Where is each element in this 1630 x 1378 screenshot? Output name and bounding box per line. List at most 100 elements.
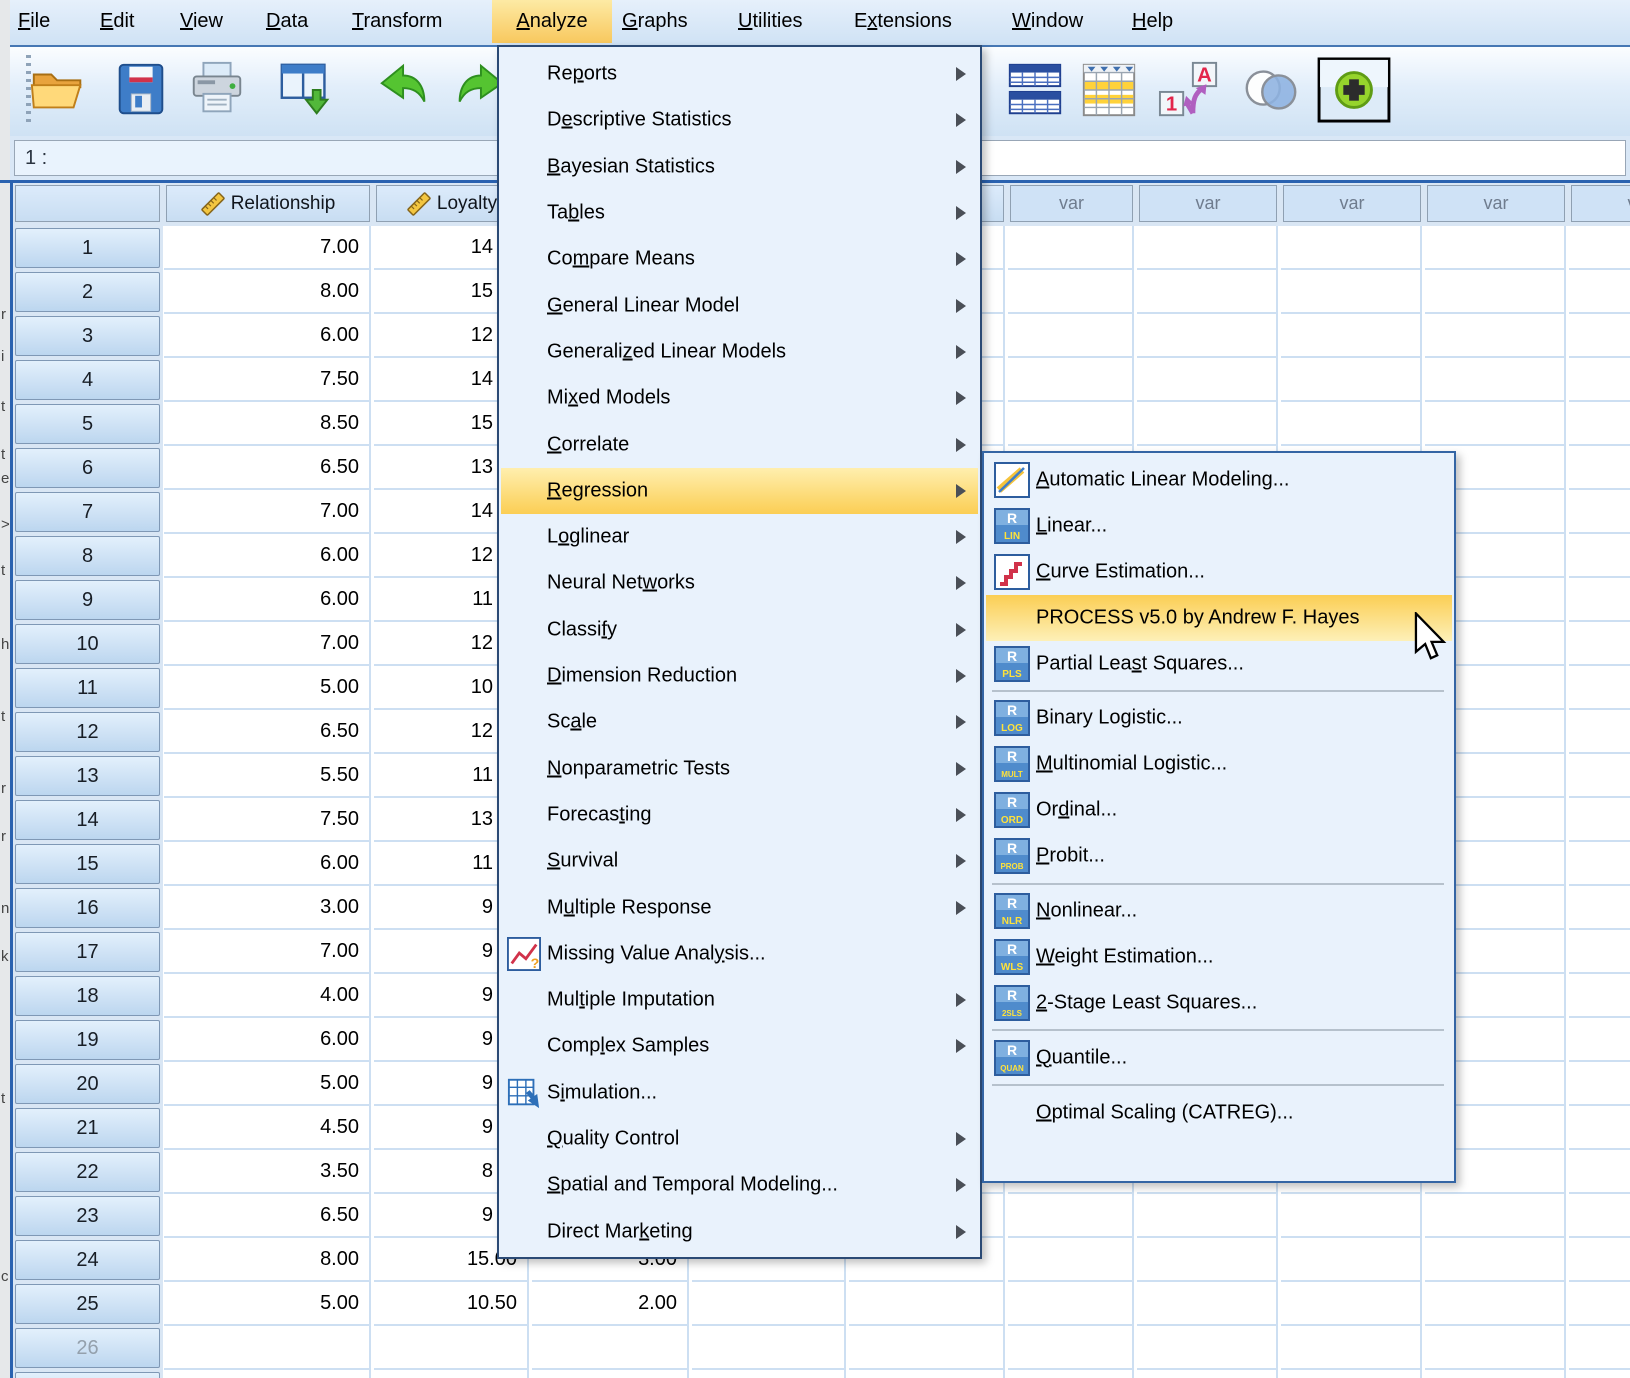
analyze-item-compare-means[interactable]: Compare Means	[501, 236, 978, 282]
grid-cell[interactable]: 4.50	[164, 1106, 371, 1150]
grid-cell[interactable]	[1569, 446, 1630, 490]
analyze-item-regression[interactable]: Regression	[501, 468, 978, 514]
grid-cell[interactable]	[1569, 1018, 1630, 1062]
grid-cell[interactable]	[1281, 358, 1422, 402]
grid-cell[interactable]: 8.00	[164, 1238, 371, 1282]
grid-cell[interactable]	[1281, 402, 1422, 446]
grid-cell[interactable]	[1137, 1238, 1278, 1282]
column-header-var[interactable]: var	[1283, 185, 1421, 222]
grid-cell[interactable]	[1425, 1326, 1566, 1370]
grid-cell[interactable]	[1281, 270, 1422, 314]
row-header[interactable]	[15, 1372, 160, 1378]
row-header[interactable]: 22	[15, 1152, 160, 1192]
menu-analyze[interactable]: Analyze	[492, 0, 612, 43]
grid-cell[interactable]	[1569, 1150, 1630, 1194]
menu-data[interactable]: Data	[262, 0, 312, 43]
analyze-item-complex-samples[interactable]: Complex Samples	[501, 1023, 978, 1069]
regression-item-weight-estimation[interactable]: RWLSWeight Estimation...	[986, 934, 1452, 980]
row-header[interactable]: 25	[15, 1284, 160, 1324]
grid-cell[interactable]	[1569, 666, 1630, 710]
menu-graphs[interactable]: Graphs	[618, 0, 692, 43]
grid-cell[interactable]: 5.50	[164, 754, 371, 798]
grid-cell[interactable]	[164, 1370, 371, 1378]
grid-cell[interactable]	[1425, 314, 1566, 358]
grid-cell[interactable]	[1569, 1326, 1630, 1370]
grid-cell[interactable]: 3.50	[164, 1150, 371, 1194]
grid-cell[interactable]	[1281, 1370, 1422, 1378]
grid-cell[interactable]	[164, 1326, 371, 1370]
grid-cell[interactable]	[1281, 314, 1422, 358]
menu-window[interactable]: Window	[1008, 0, 1087, 43]
analyze-item-neural-networks[interactable]: Neural Networks	[501, 560, 978, 606]
analyze-item-classify[interactable]: Classify	[501, 607, 978, 653]
row-header[interactable]: 16	[15, 888, 160, 928]
grid-cell[interactable]	[1425, 1370, 1566, 1378]
menu-utilities[interactable]: Utilities	[734, 0, 806, 43]
regression-item-nonlinear[interactable]: RNLRNonlinear...	[986, 888, 1452, 934]
grid-cell[interactable]	[1137, 1370, 1278, 1378]
grid-cell[interactable]	[1137, 314, 1278, 358]
grid-cell[interactable]	[1569, 974, 1630, 1018]
corner-header-cell[interactable]	[15, 185, 160, 222]
grid-cell[interactable]	[1137, 1194, 1278, 1238]
grid-cell[interactable]	[1569, 842, 1630, 886]
grid-cell[interactable]: 6.00	[164, 578, 371, 622]
grid-cell[interactable]: 6.00	[164, 314, 371, 358]
grid-cell[interactable]: 8.00	[164, 270, 371, 314]
row-header[interactable]: 23	[15, 1196, 160, 1236]
grid-cell[interactable]	[1008, 314, 1134, 358]
menu-transform[interactable]: Transform	[348, 0, 446, 43]
analyze-item-forecasting[interactable]: Forecasting	[501, 792, 978, 838]
grid-cell[interactable]	[849, 1282, 1005, 1326]
grid-cell[interactable]	[1425, 358, 1566, 402]
regression-item-binary-logistic[interactable]: RLOGBinary Logistic...	[986, 696, 1452, 742]
analyze-item-survival[interactable]: Survival	[501, 838, 978, 884]
grid-cell[interactable]	[1008, 1194, 1134, 1238]
grid-cell[interactable]: 6.00	[164, 534, 371, 578]
analyze-item-missing-value-analysis[interactable]: ?Missing Value Analysis...	[501, 931, 978, 977]
analyze-item-bayesian-statistics[interactable]: Bayesian Statistics	[501, 144, 978, 190]
row-header[interactable]: 6	[15, 448, 160, 488]
analyze-item-direct-marketing[interactable]: Direct Marketing	[501, 1209, 978, 1255]
grid-cell[interactable]	[1569, 314, 1630, 358]
recall-dialogs-icon[interactable]	[276, 57, 338, 123]
row-header[interactable]: 15	[15, 844, 160, 884]
row-header[interactable]: 10	[15, 624, 160, 664]
analyze-item-multiple-response[interactable]: Multiple Response	[501, 884, 978, 930]
grid-cell[interactable]	[692, 1326, 846, 1370]
analyze-item-multiple-imputation[interactable]: Multiple Imputation	[501, 977, 978, 1023]
grid-cell[interactable]	[1569, 358, 1630, 402]
grid-cell[interactable]	[1137, 1282, 1278, 1326]
regression-item-curve-estimation[interactable]: Curve Estimation...	[986, 549, 1452, 595]
grid-cell[interactable]: 6.00	[164, 1018, 371, 1062]
grid-cell[interactable]	[374, 1326, 529, 1370]
grid-cell[interactable]	[1569, 1282, 1630, 1326]
grid-cell[interactable]	[1569, 886, 1630, 930]
grid-cell[interactable]: 7.00	[164, 622, 371, 666]
regression-item-quantile[interactable]: RQUANQuantile...	[986, 1035, 1452, 1081]
row-header[interactable]: 12	[15, 712, 160, 752]
analyze-item-quality-control[interactable]: Quality Control	[501, 1116, 978, 1162]
analyze-item-mixed-models[interactable]: Mixed Models	[501, 375, 978, 421]
analyze-item-spatial-and-temporal-modeling[interactable]: Spatial and Temporal Modeling...	[501, 1162, 978, 1208]
grid-cell[interactable]	[1569, 930, 1630, 974]
grid-cell[interactable]: 8.50	[164, 402, 371, 446]
grid-cell[interactable]	[692, 1282, 846, 1326]
grid-cell[interactable]	[1281, 1326, 1422, 1370]
grid-cell[interactable]	[1008, 270, 1134, 314]
split-file-icon[interactable]	[1004, 57, 1066, 123]
row-header[interactable]: 4	[15, 360, 160, 400]
row-header[interactable]: 17	[15, 932, 160, 972]
grid-cell[interactable]	[1425, 226, 1566, 270]
use-variable-sets-icon[interactable]	[1240, 57, 1302, 123]
grid-cell[interactable]: 3.00	[164, 886, 371, 930]
save-icon[interactable]	[110, 57, 172, 123]
grid-cell[interactable]	[532, 1370, 689, 1378]
grid-cell[interactable]	[1569, 578, 1630, 622]
grid-cell[interactable]	[849, 1370, 1005, 1378]
grid-cell[interactable]	[1425, 1238, 1566, 1282]
grid-cell[interactable]	[1569, 798, 1630, 842]
grid-cell[interactable]	[1008, 402, 1134, 446]
row-header[interactable]: 7	[15, 492, 160, 532]
regression-item-optimal-scaling-catreg[interactable]: Optimal Scaling (CATREG)...	[986, 1090, 1452, 1136]
